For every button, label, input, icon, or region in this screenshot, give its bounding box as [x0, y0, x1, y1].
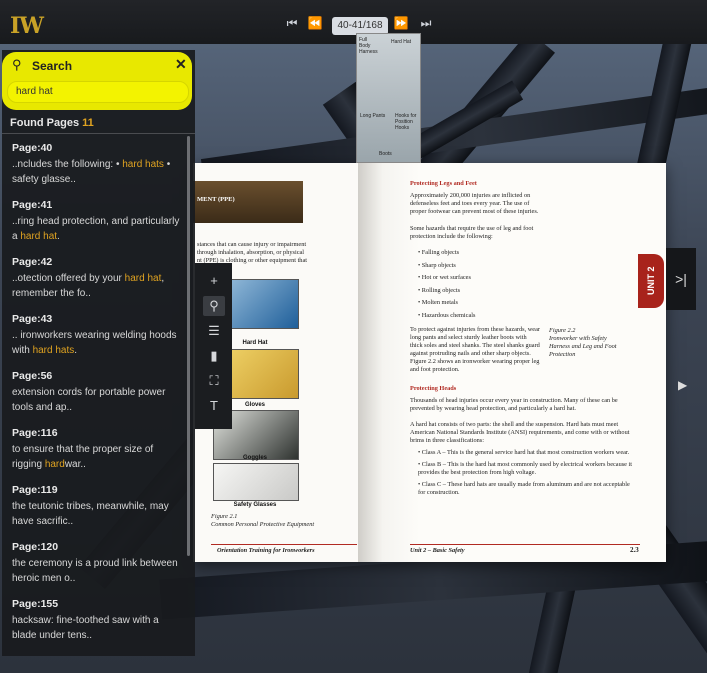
last-page-button[interactable]: ⏭ [418, 16, 434, 30]
results-scrollbar[interactable] [187, 136, 190, 556]
search-icon[interactable]: ⚲ [203, 296, 225, 316]
ironworker-photo: Full Body Harness Hard Hat Long Pants Ho… [356, 33, 421, 163]
right-page: Protecting Legs and Feet Approximately 2… [358, 163, 666, 562]
result-item[interactable]: Page:119 the teutonic tribes, meanwhile,… [12, 484, 184, 529]
bookmark-icon[interactable]: ▮ [203, 346, 225, 366]
next-page-button[interactable]: ⏩ [393, 16, 409, 30]
hazard-list: • Falling objects • Sharp objects • Hot … [418, 249, 476, 319]
next-page-arrow[interactable]: ▶ [678, 378, 687, 392]
page-number: 2.3 [630, 546, 639, 554]
left-body-text: stances that can cause injury or impairm… [197, 241, 308, 264]
result-item[interactable]: Page:42 ..otection offered by your hard … [12, 256, 184, 301]
caption-goggles: Goggles [242, 455, 267, 461]
first-page-button[interactable]: ⏮ [284, 16, 300, 30]
footer-rule [211, 544, 357, 545]
search-header-icon: ⚲ [12, 57, 22, 72]
para-heads-1: Thousands of head injuries occur every y… [410, 397, 618, 412]
caption-safety-glasses: Safety Glasses [233, 502, 277, 508]
para-legs-2: Some hazards that require the use of leg… [410, 225, 534, 240]
footer-rule [410, 544, 640, 545]
figure-2-2-caption: Ironworker with Safety Harness and Leg a… [549, 335, 617, 358]
heading-legs-feet: Protecting Legs and Feet [410, 180, 477, 187]
book-spread[interactable]: MENT (PPE) stances that can cause injury… [193, 163, 666, 562]
safety-glasses-image [213, 463, 299, 501]
figure-2-1-label: Figure 2.1 [211, 513, 238, 520]
figure-2-1-caption: Common Personal Protective Equipment [211, 521, 315, 528]
class-list: • Class A – This is the general service … [418, 449, 633, 496]
result-item[interactable]: Page:155 hacksaw: fine-toothed saw with … [12, 598, 184, 643]
tools-bar: + ⚲ ☰ ▮ ⛶ T [195, 263, 232, 429]
divider [2, 133, 195, 134]
result-item[interactable]: Page:41 ..ring head protection, and part… [12, 199, 184, 244]
fullscreen-icon[interactable]: ⛶ [203, 371, 225, 391]
left-footer: Orientation Training for Ironworkers [217, 547, 315, 554]
para-heads-2: A hard hat consists of two parts: the sh… [410, 421, 630, 444]
toc-icon[interactable]: ☰ [203, 321, 225, 341]
close-icon[interactable]: ✕ [175, 56, 187, 73]
heading-heads: Protecting Heads [410, 385, 457, 392]
previous-page-button[interactable]: ⏪ [307, 16, 323, 30]
result-item[interactable]: Page:120 the ceremony is a proud link be… [12, 541, 184, 586]
result-item[interactable]: Page:40 ..ncludes the following: • hard … [12, 142, 184, 187]
right-footer: Unit 2 – Basic Safety [410, 547, 465, 554]
text-icon[interactable]: T [203, 396, 225, 416]
section-header: MENT (PPE) [197, 196, 235, 203]
result-item[interactable]: Page:56 extension cords for portable pow… [12, 370, 184, 415]
collapse-panel-button[interactable]: >| [666, 248, 696, 310]
result-item[interactable]: Page:116 to ensure that the proper size … [12, 427, 184, 472]
unit-tab[interactable]: UNIT 2 [638, 254, 664, 308]
search-input[interactable]: hard hat [7, 81, 189, 103]
zoom-in-icon[interactable]: + [203, 271, 225, 291]
search-title: Search [32, 59, 73, 73]
figure-2-2-label: Figure 2.2 [549, 327, 576, 334]
para-legs-3: To protect against injuries from these h… [410, 326, 540, 373]
logo: IW [10, 13, 44, 39]
para-legs-1: Approximately 200,000 injuries are infli… [410, 192, 539, 215]
result-item[interactable]: Page:43 .. ironworkers wearing welding h… [12, 313, 184, 358]
top-toolbar: IW ⏮ ⏪ 40-41/168 ⏩ ⏭ [0, 0, 707, 44]
found-pages: Found Pages 11 [10, 117, 94, 129]
